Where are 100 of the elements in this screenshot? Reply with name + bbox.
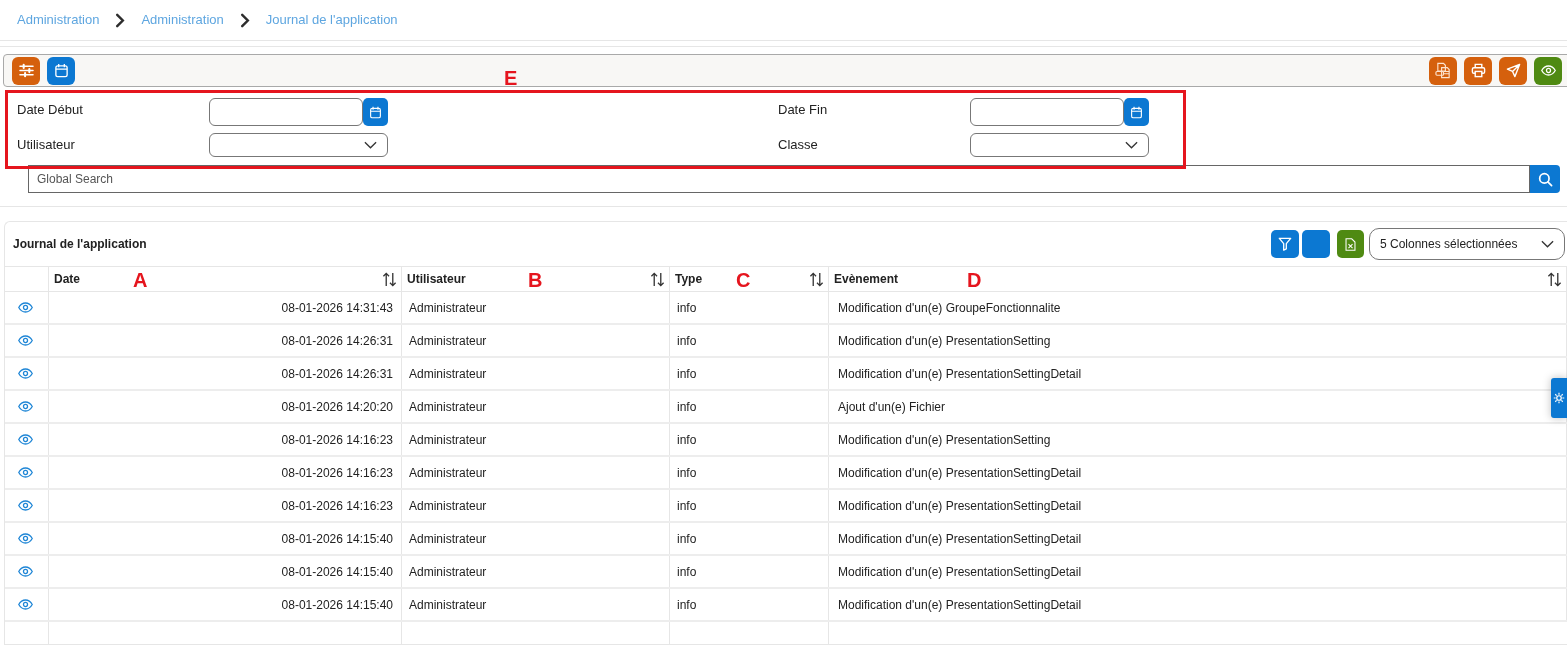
table-cell: info (670, 424, 829, 455)
annotation-label: A (133, 268, 148, 292)
table-cell: info (670, 391, 829, 422)
export-button[interactable] (1429, 56, 1457, 85)
table-cell: 08-01-2026 14:15:40 (49, 556, 402, 587)
chevron-right-icon (115, 12, 126, 28)
calendar-icon (1130, 105, 1143, 119)
date-field[interactable] (209, 98, 363, 126)
filter-button[interactable] (1271, 230, 1299, 258)
table-cell: 08-01-2026 14:16:23 (49, 490, 402, 521)
annotation-label: D (967, 268, 982, 292)
table-cell: info (670, 556, 829, 587)
eye-icon[interactable] (18, 302, 33, 313)
eye-icon[interactable] (18, 434, 33, 445)
eye-icon[interactable] (18, 368, 33, 379)
column-header[interactable]: Evènement (834, 270, 899, 288)
eye-icon[interactable] (18, 401, 33, 412)
gear-icon (1553, 392, 1565, 404)
sort-icon[interactable] (1547, 271, 1562, 287)
date-picker-button[interactable] (363, 98, 388, 126)
field-label: Utilisateur (17, 136, 76, 154)
table-cell: 08-01-2026 14:26:31 (49, 325, 402, 356)
table-cell: Administrateur (402, 457, 670, 488)
table-title: Journal de l'application (13, 236, 147, 253)
view-button[interactable] (1534, 56, 1562, 85)
eye-icon[interactable] (18, 467, 33, 478)
column-selector[interactable]: 5 Colonnes sélectionnées (1369, 228, 1565, 260)
calendar-icon (369, 105, 382, 119)
side-tab[interactable] (1551, 378, 1567, 418)
table-cell: 08-01-2026 14:15:40 (49, 523, 402, 554)
search-icon (1537, 171, 1553, 187)
table-cell: 08-01-2026 14:16:23 (49, 424, 402, 455)
table-cell: Administrateur (402, 424, 670, 455)
send-button[interactable] (1499, 56, 1527, 85)
table-cell: info (670, 490, 829, 521)
table-cell: 08-01-2026 14:26:31 (49, 358, 402, 389)
chevron-down-icon (364, 141, 377, 149)
table-cell: Modification d'un(e) PresentationSettingDetail (829, 556, 1567, 587)
table-cell: info (670, 523, 829, 554)
table-cell: 08-01-2026 14:20:20 (49, 391, 402, 422)
table-cell: Modification d'un(e) PresentationSetting (829, 325, 1567, 356)
sort-icon[interactable] (809, 271, 824, 287)
table-cell: Modification d'un(e) PresentationSettingDetail (829, 457, 1567, 488)
table-cell: Administrateur (402, 325, 670, 356)
eye-icon[interactable] (18, 533, 33, 544)
eye-icon[interactable] (18, 500, 33, 511)
chevron-right-icon (239, 12, 250, 28)
table-cell: info (670, 358, 829, 389)
table-cell: Modification d'un(e) PresentationSettingDetail (829, 589, 1567, 620)
table-cell: Modification d'un(e) PresentationSettingDetail (829, 490, 1567, 521)
dropdown-field[interactable] (209, 133, 388, 157)
table-cell: Administrateur (402, 556, 670, 587)
chevron-down-icon (1541, 240, 1554, 248)
spreadsheet-file-icon (1344, 236, 1357, 252)
search-button[interactable] (1530, 165, 1560, 193)
table-cell: 08-01-2026 14:31:43 (49, 292, 402, 323)
filters-button[interactable] (12, 56, 40, 85)
column-header[interactable]: Utilisateur (407, 270, 466, 288)
send-icon (1505, 63, 1521, 78)
eye-icon[interactable] (18, 335, 33, 346)
table-cell: Modification d'un(e) PresentationSettingDetail (829, 523, 1567, 554)
table-cell: Administrateur (402, 589, 670, 620)
table-cell: 08-01-2026 14:15:40 (49, 589, 402, 620)
field-label: Date Début (17, 101, 84, 119)
field-label: Classe (778, 136, 819, 154)
table-cell: info (670, 457, 829, 488)
eye-icon[interactable] (18, 566, 33, 577)
table-cell: Modification d'un(e) GroupeFonctionnalite (829, 292, 1567, 323)
excel-export-button[interactable] (1337, 230, 1364, 258)
table-cell: Administrateur (402, 523, 670, 554)
toolbar-button[interactable] (1302, 230, 1330, 258)
search-field[interactable]: Global Search (28, 165, 1530, 193)
table-cell: Administrateur (402, 358, 670, 389)
table-cell: Modification d'un(e) PresentationSetting (829, 424, 1567, 455)
column-header[interactable]: Type (675, 270, 703, 288)
date-field[interactable] (970, 98, 1124, 126)
table-cell: info (670, 292, 829, 323)
sort-icon[interactable] (382, 271, 397, 287)
table-cell: info (670, 589, 829, 620)
eye-icon[interactable] (18, 599, 33, 610)
documents-icon (1434, 62, 1452, 79)
table-cell: Administrateur (402, 292, 670, 323)
calendar-button[interactable] (47, 56, 75, 85)
chevron-down-icon (1125, 141, 1138, 149)
field-label: Date Fin (778, 101, 829, 119)
sliders-icon (18, 63, 34, 78)
table-cell: 08-01-2026 14:16:23 (49, 457, 402, 488)
printer-icon (1470, 63, 1486, 78)
annotation-label: C (736, 268, 751, 292)
table-cell: Administrateur (402, 391, 670, 422)
dropdown-field[interactable] (970, 133, 1149, 157)
print-button[interactable] (1464, 56, 1492, 85)
sort-icon[interactable] (650, 271, 665, 287)
calendar-icon (53, 63, 69, 78)
table-cell: Administrateur (402, 490, 670, 521)
date-picker-button[interactable] (1124, 98, 1149, 126)
column-header[interactable]: Date (54, 270, 80, 288)
annotation-label: E (504, 66, 518, 90)
annotation-label: B (528, 268, 543, 292)
table-cell: info (670, 325, 829, 356)
